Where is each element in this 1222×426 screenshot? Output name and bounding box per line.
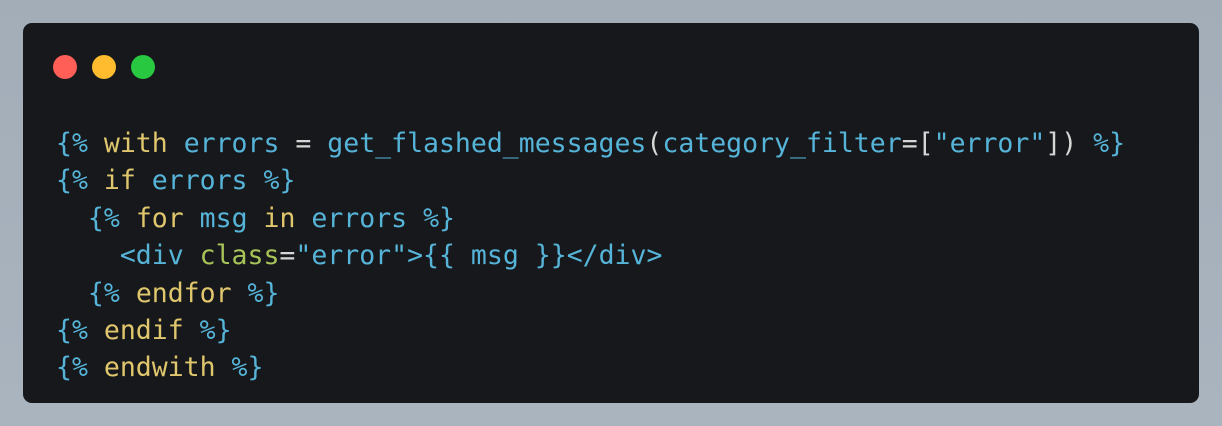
close-window-button[interactable]: [53, 55, 77, 79]
window-controls: [53, 55, 155, 79]
code-token: {%: [56, 128, 88, 159]
code-token: get_flashed_messages: [327, 128, 647, 159]
code-line: {% endif %}: [56, 312, 1125, 349]
code-line: {% endfor %}: [56, 275, 1125, 312]
code-token: {{: [423, 240, 455, 272]
code-token: %}: [247, 277, 280, 309]
code-token: </div>: [566, 240, 663, 272]
code-token: for: [135, 202, 184, 234]
code-token: =: [279, 240, 296, 272]
code-token: {%: [87, 277, 120, 309]
code-token: endif: [103, 314, 184, 346]
code-token: >: [407, 240, 424, 272]
code-token: errors: [151, 165, 248, 197]
code-token: "error": [933, 128, 1046, 159]
code-token: }}: [534, 240, 567, 272]
code-token: category_filter: [662, 128, 902, 159]
code-line: <div class="error">{{ msg }}</div>: [56, 237, 1125, 274]
code-line: {% with errors = get_flashed_messages(ca…: [56, 125, 1125, 162]
code-token: with: [103, 128, 168, 159]
code-token: <div: [119, 240, 184, 272]
minimize-window-button[interactable]: [92, 55, 116, 79]
code-token: %}: [231, 352, 264, 384]
code-line: {% if errors %}: [56, 162, 1125, 199]
code-token: if: [103, 165, 136, 197]
code-token: {%: [56, 352, 88, 384]
code-token: {%: [56, 165, 88, 197]
code-token: {%: [56, 314, 88, 346]
code-window: {% with errors = get_flashed_messages(ca…: [23, 23, 1199, 403]
code-token: =: [279, 128, 328, 159]
code-token: ]): [1045, 128, 1094, 159]
code-token: "error": [295, 240, 408, 272]
code-token: %}: [1093, 128, 1126, 159]
code-token: %}: [263, 165, 296, 197]
code-block: {% with errors = get_flashed_messages(ca…: [56, 125, 1125, 387]
code-token: errors: [183, 128, 280, 159]
code-token: =[: [901, 128, 934, 159]
code-token: msg: [470, 240, 519, 272]
code-line: {% endwith %}: [56, 349, 1125, 386]
code-token: class: [199, 240, 280, 272]
code-token: endwith: [103, 352, 216, 384]
code-token: msg: [199, 202, 248, 234]
code-token: errors: [311, 202, 408, 234]
maximize-window-button[interactable]: [131, 55, 155, 79]
code-token: (: [646, 128, 663, 159]
code-token: %}: [199, 314, 232, 346]
code-token: in: [263, 202, 296, 234]
code-line: {% for msg in errors %}: [56, 200, 1125, 237]
code-token: endfor: [135, 277, 232, 309]
code-token: {%: [87, 202, 120, 234]
code-token: %}: [423, 202, 456, 234]
